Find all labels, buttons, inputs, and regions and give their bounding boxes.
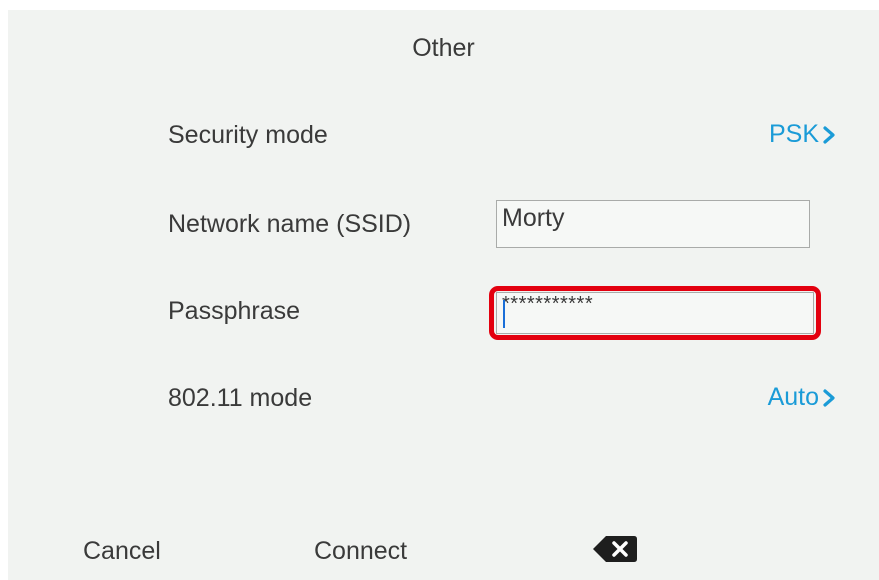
wifi-settings-screen: Other Security mode PSK Network name (SS… [8,10,879,520]
backspace-icon[interactable] [592,534,638,564]
security-mode-selector[interactable]: PSK [769,120,837,149]
passphrase-highlight [489,286,821,340]
connect-button[interactable]: Connect [314,537,407,566]
security-mode-label: Security mode [168,121,328,149]
wifi-mode-selector[interactable]: Auto [768,383,837,412]
wifi-mode-value: Auto [767,383,819,411]
ssid-input[interactable]: Morty [496,200,810,248]
softkey-bar: Cancel Connect [8,520,879,580]
chevron-right-icon [823,125,835,144]
chevron-right-icon [823,388,835,407]
security-mode-value: PSK [768,120,819,148]
wifi-mode-label: 802.11 mode [168,384,313,412]
passphrase-label: Passphrase [168,297,301,325]
ssid-label: Network name (SSID) [168,210,412,238]
page-title: Other [412,34,475,62]
cancel-button[interactable]: Cancel [83,537,161,566]
